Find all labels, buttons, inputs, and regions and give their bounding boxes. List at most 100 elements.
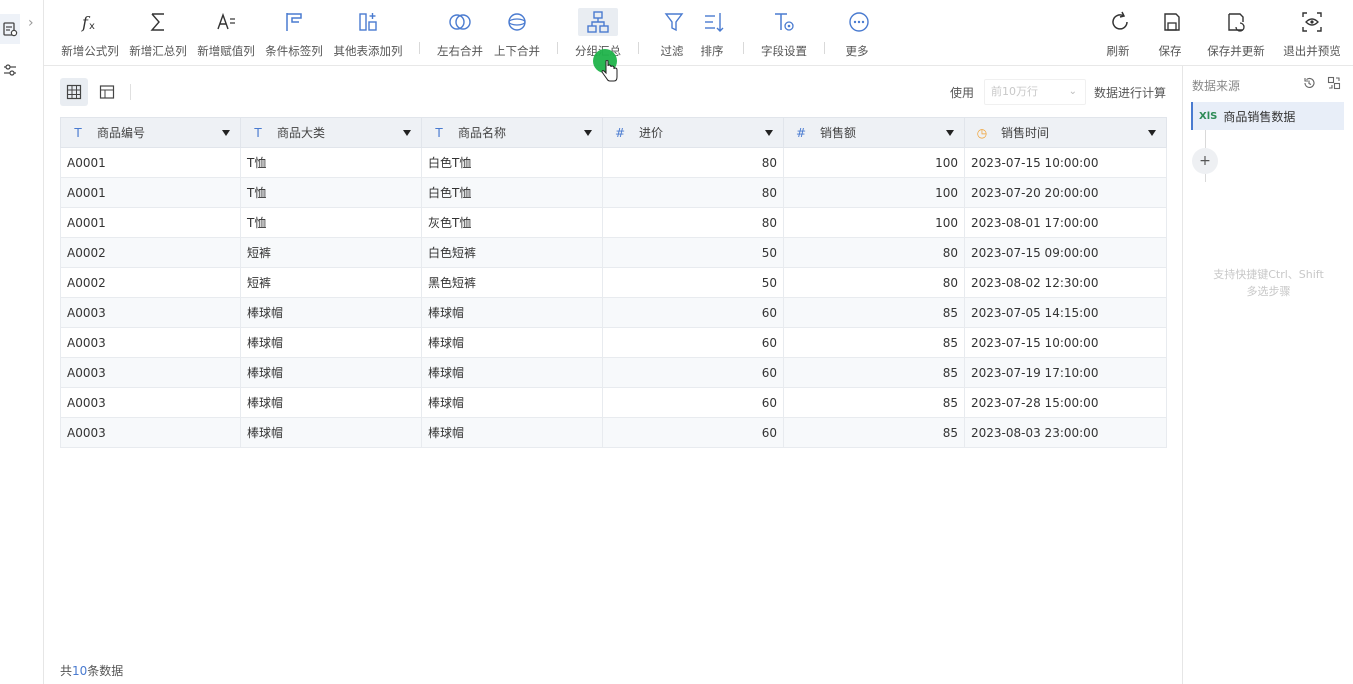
history-icon[interactable] (1302, 76, 1316, 90)
exit-and-preview-button[interactable]: 退出并预览 (1280, 8, 1344, 60)
column-header[interactable]: T 商品大类 (240, 117, 422, 148)
expand-panel-icon[interactable] (1327, 76, 1341, 90)
table-cell[interactable]: 60 (602, 357, 784, 388)
filter-button[interactable]: 过滤 (654, 8, 690, 60)
caret-down-icon[interactable] (946, 130, 954, 136)
table-cell[interactable]: 2023-07-19 17:10:00 (964, 357, 1167, 388)
table-cell[interactable]: 2023-07-28 15:00:00 (964, 387, 1167, 418)
table-cell[interactable]: 2023-07-20 20:00:00 (964, 177, 1167, 208)
add-summary-column-button[interactable]: 新增汇总列 (127, 8, 189, 60)
caret-down-icon[interactable] (1148, 130, 1156, 136)
table-row[interactable]: A0003 棒球帽 棒球帽 60 85 2023-07-15 10:00:00 (60, 327, 1167, 358)
table-cell[interactable]: 80 (602, 207, 784, 238)
table-cell[interactable]: 85 (783, 327, 965, 358)
column-header[interactable]: # 销售额 (783, 117, 965, 148)
table-cell[interactable]: T恤 (240, 207, 422, 238)
table-cell[interactable]: T恤 (240, 147, 422, 178)
table-cell[interactable]: A0003 (60, 417, 241, 448)
table-row[interactable]: A0001 T恤 白色T恤 80 100 2023-07-20 20:00:00 (60, 177, 1167, 208)
table-row[interactable]: A0002 短裤 黑色短裤 50 80 2023-08-02 12:30:00 (60, 267, 1167, 298)
table-cell[interactable]: 85 (783, 297, 965, 328)
table-cell[interactable]: 棒球帽 (240, 327, 422, 358)
column-header[interactable]: ◷ 销售时间 (964, 117, 1167, 148)
add-assign-column-button[interactable]: 新增赋值列 (195, 8, 257, 60)
table-cell[interactable]: 80 (783, 237, 965, 268)
add-step-button[interactable]: + (1192, 148, 1218, 174)
table-cell[interactable]: 80 (602, 147, 784, 178)
table-cell[interactable]: 棒球帽 (421, 297, 603, 328)
caret-down-icon[interactable] (584, 130, 592, 136)
table-cell[interactable]: 100 (783, 177, 965, 208)
table-cell[interactable]: 黑色短裤 (421, 267, 603, 298)
table-cell[interactable]: 85 (783, 387, 965, 418)
table-cell[interactable]: A0003 (60, 327, 241, 358)
table-cell[interactable]: 棒球帽 (240, 357, 422, 388)
table-cell[interactable]: 棒球帽 (421, 357, 603, 388)
row-limit-select[interactable]: 前10万行 ⌄ (984, 79, 1086, 105)
table-cell[interactable]: 短裤 (240, 267, 422, 298)
caret-down-icon[interactable] (765, 130, 773, 136)
table-cell[interactable]: 白色T恤 (421, 147, 603, 178)
table-cell[interactable]: A0002 (60, 267, 241, 298)
table-row[interactable]: A0001 T恤 白色T恤 80 100 2023-07-15 10:00:00 (60, 147, 1167, 178)
table-cell[interactable]: 60 (602, 417, 784, 448)
caret-down-icon[interactable] (403, 130, 411, 136)
table-cell[interactable]: 2023-08-02 12:30:00 (964, 267, 1167, 298)
condition-tag-column-button[interactable]: 条件标签列 (263, 8, 325, 60)
table-cell[interactable]: 2023-07-15 10:00:00 (964, 147, 1167, 178)
save-and-update-button[interactable]: 保存并更新 (1202, 8, 1270, 60)
column-header[interactable]: T 商品名称 (421, 117, 603, 148)
table-cell[interactable]: 棒球帽 (240, 297, 422, 328)
chevron-right-icon[interactable]: › (28, 14, 40, 32)
merge-vertical-button[interactable]: 上下合并 (492, 8, 542, 60)
table-cell[interactable]: 灰色T恤 (421, 207, 603, 238)
table-cell[interactable]: 2023-08-03 23:00:00 (964, 417, 1167, 448)
table-row[interactable]: A0003 棒球帽 棒球帽 60 85 2023-07-19 17:10:00 (60, 357, 1167, 388)
table-row[interactable]: A0003 棒球帽 棒球帽 60 85 2023-08-03 23:00:00 (60, 417, 1167, 448)
data-prep-icon[interactable] (2, 21, 18, 37)
table-cell[interactable]: 2023-07-05 14:15:00 (964, 297, 1167, 328)
add-formula-column-button[interactable]: fx 新增公式列 (60, 8, 120, 60)
table-cell[interactable]: 棒球帽 (240, 387, 422, 418)
save-button[interactable]: 保存 (1152, 8, 1188, 60)
table-cell[interactable]: 棒球帽 (421, 387, 603, 418)
column-header[interactable]: T 商品编号 (60, 117, 241, 148)
table-cell[interactable]: 100 (783, 207, 965, 238)
column-header[interactable]: # 进价 (602, 117, 784, 148)
table-row[interactable]: A0002 短裤 白色短裤 50 80 2023-07-15 09:00:00 (60, 237, 1167, 268)
table-cell[interactable]: 白色T恤 (421, 177, 603, 208)
table-row[interactable]: A0003 棒球帽 棒球帽 60 85 2023-07-28 15:00:00 (60, 387, 1167, 418)
table-cell[interactable]: 100 (783, 147, 965, 178)
table-cell[interactable]: 60 (602, 297, 784, 328)
table-cell[interactable]: 60 (602, 327, 784, 358)
table-cell[interactable]: 2023-07-15 09:00:00 (964, 237, 1167, 268)
table-cell[interactable]: A0003 (60, 387, 241, 418)
table-cell[interactable]: 60 (602, 387, 784, 418)
add-column-from-table-button[interactable]: 其他表添加列 (331, 8, 405, 60)
data-source-item[interactable]: XlS 商品销售数据 (1191, 102, 1344, 130)
table-row[interactable]: A0003 棒球帽 棒球帽 60 85 2023-07-05 14:15:00 (60, 297, 1167, 328)
merge-horizontal-button[interactable]: 左右合并 (435, 8, 485, 60)
table-cell[interactable]: 80 (602, 177, 784, 208)
table-cell[interactable]: 棒球帽 (421, 327, 603, 358)
refresh-button[interactable]: 刷新 (1100, 8, 1136, 60)
table-cell[interactable]: A0001 (60, 147, 241, 178)
table-cell[interactable]: A0002 (60, 237, 241, 268)
table-cell[interactable]: 棒球帽 (421, 417, 603, 448)
table-cell[interactable]: A0001 (60, 207, 241, 238)
table-cell[interactable]: 80 (783, 267, 965, 298)
settings-sliders-icon[interactable] (2, 62, 18, 78)
table-cell[interactable]: 50 (602, 237, 784, 268)
table-cell[interactable]: 短裤 (240, 237, 422, 268)
table-row[interactable]: A0001 T恤 灰色T恤 80 100 2023-08-01 17:00:00 (60, 207, 1167, 238)
table-cell[interactable]: A0003 (60, 357, 241, 388)
table-cell[interactable]: 白色短裤 (421, 237, 603, 268)
table-cell[interactable]: A0001 (60, 177, 241, 208)
grid-view-button[interactable] (60, 78, 88, 106)
table-cell[interactable]: 50 (602, 267, 784, 298)
table-cell[interactable]: 棒球帽 (240, 417, 422, 448)
table-cell[interactable]: T恤 (240, 177, 422, 208)
field-settings-button[interactable]: 字段设置 (756, 8, 812, 60)
table-cell[interactable]: 2023-07-15 10:00:00 (964, 327, 1167, 358)
caret-down-icon[interactable] (222, 130, 230, 136)
